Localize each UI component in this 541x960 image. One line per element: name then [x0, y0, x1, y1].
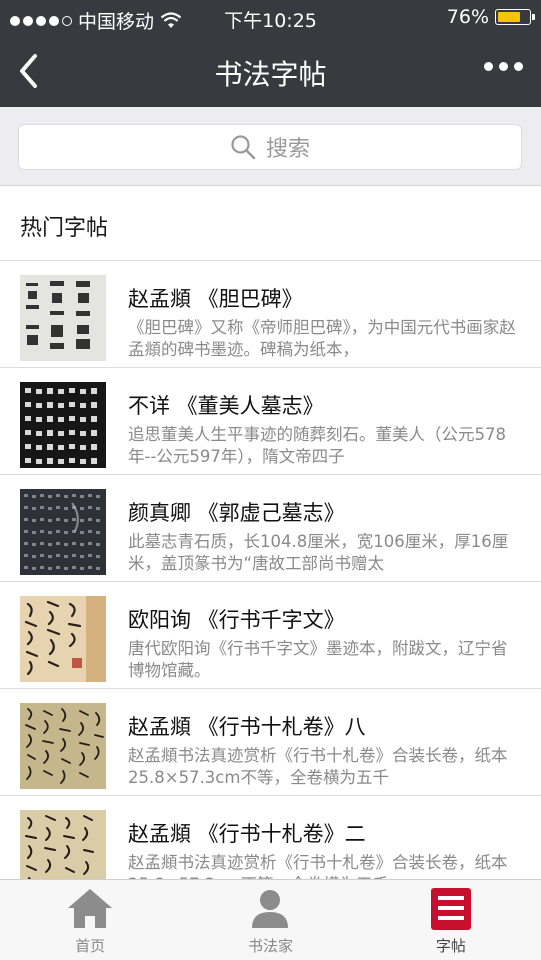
tab-calligraphers[interactable]: 书法家 — [180, 880, 360, 960]
item-title: 欧阳询 《行书千字文》 — [128, 608, 345, 632]
section-title: 热门字帖 — [20, 216, 109, 241]
battery-percent: 76% — [446, 6, 489, 28]
status-right: 76% — [446, 6, 535, 28]
list-item[interactable]: 颜真卿 《郭虚己墓志》 此墓志青石质，长104.8厘米，宽106厘米，厚16厘米… — [0, 475, 541, 582]
page-title: 书法字帖 — [214, 58, 327, 91]
battery-icon — [495, 9, 535, 25]
home-icon — [68, 889, 113, 928]
thumbnail-image — [20, 703, 106, 789]
nav-bar: 书法字帖 — [0, 36, 541, 107]
section-header: 热门字帖 — [0, 186, 541, 261]
thumbnail-image — [20, 382, 106, 468]
search-input[interactable]: 搜索 — [18, 124, 522, 170]
more-button[interactable] — [484, 62, 523, 71]
copybook-icon — [430, 888, 471, 930]
calligrapher-icon — [252, 890, 289, 928]
tab-label: 首页 — [75, 937, 106, 955]
status-bar: 中国移动 下午10:25 76% — [0, 0, 541, 36]
search-icon — [231, 135, 256, 160]
item-description: 《胆巴碑》又称《帝师胆巴碑》，为中国元代书画家赵孟頫的碑书墨迹。碑稿为纸本， — [128, 318, 516, 359]
item-title: 赵孟頫 《行书十札卷》二 — [128, 822, 366, 846]
tab-home[interactable]: 首页 — [0, 880, 180, 960]
search-placeholder: 搜索 — [265, 137, 310, 162]
item-title: 颜真卿 《郭虚己墓志》 — [128, 501, 345, 525]
copybook-list: 赵孟頫 《胆巴碑》 《胆巴碑》又称《帝师胆巴碑》，为中国元代书画家赵孟頫的碑书墨… — [0, 261, 541, 903]
tab-label: 书法家 — [247, 937, 293, 955]
item-description: 赵孟頫书法真迹赏析《行书十札卷》合装长卷，纸本25.8×57.3cm不等，全卷横… — [128, 746, 508, 787]
item-title: 赵孟頫 《行书十札卷》八 — [128, 715, 366, 739]
thumbnail-image — [20, 596, 106, 682]
tab-label: 字帖 — [435, 937, 466, 955]
list-item[interactable]: 不详 《董美人墓志》 追思董美人生平事迹的随葬刻石。董美人（公元578年--公元… — [0, 368, 541, 475]
tab-copybooks[interactable]: 字帖 — [361, 880, 541, 960]
list-item[interactable]: 赵孟頫 《行书十札卷》八 赵孟頫书法真迹赏析《行书十札卷》合装长卷，纸本25.8… — [0, 689, 541, 796]
item-description: 唐代欧阳询《行书千字文》墨迹本，附跋文，辽宁省博物馆藏。 — [128, 639, 508, 680]
item-title: 赵孟頫 《胆巴碑》 — [128, 287, 303, 311]
list-item[interactable]: 欧阳询 《行书千字文》 唐代欧阳询《行书千字文》墨迹本，附跋文，辽宁省博物馆藏。 — [0, 582, 541, 689]
tab-bar: 首页 书法家 字帖 — [0, 879, 541, 960]
item-description: 此墓志青石质，长104.8厘米，宽106厘米，厚16厘米，盖顶篆书为“唐故工部尚… — [128, 532, 509, 573]
battery-fill — [498, 12, 520, 22]
thumbnail-image — [20, 275, 106, 361]
item-description: 追思董美人生平事迹的随葬刻石。董美人（公元578年--公元597年），隋文帝四子 — [128, 425, 506, 466]
list-item[interactable]: 赵孟頫 《胆巴碑》 《胆巴碑》又称《帝师胆巴碑》，为中国元代书画家赵孟頫的碑书墨… — [0, 261, 541, 368]
item-title: 不详 《董美人墓志》 — [128, 394, 324, 418]
search-bar: 搜索 — [0, 107, 541, 186]
thumbnail-image — [20, 489, 106, 575]
more-dots-icon — [484, 62, 493, 71]
